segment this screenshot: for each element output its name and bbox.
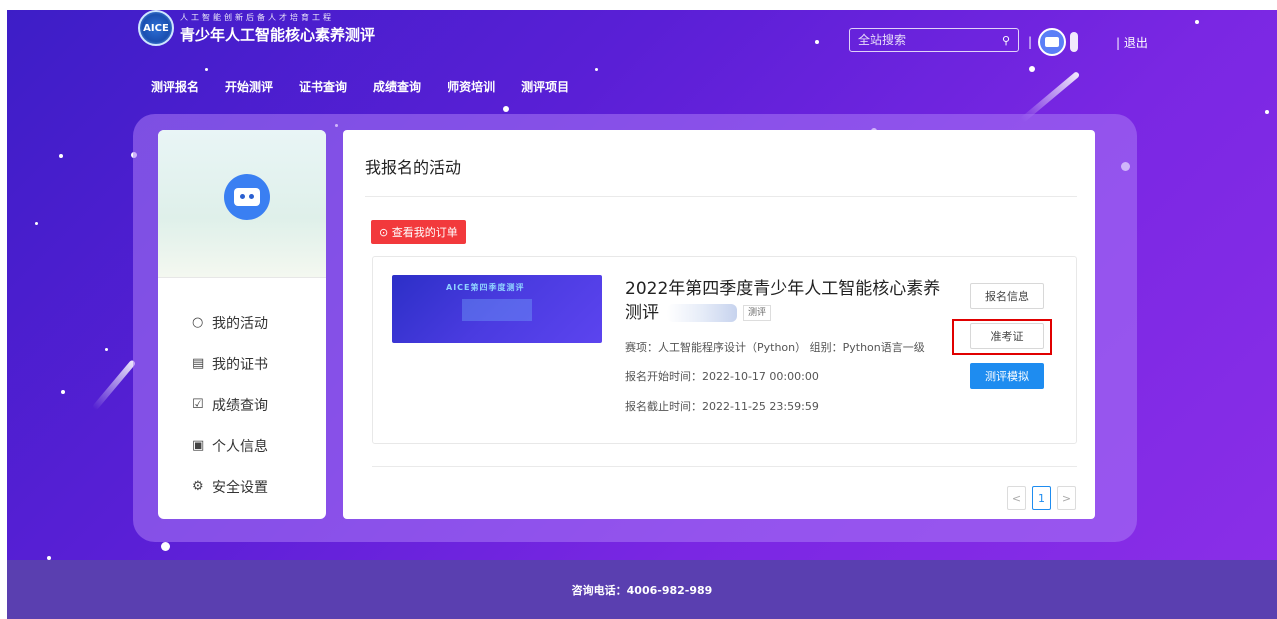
sidebar-item-label: 个人信息 — [212, 438, 268, 455]
content-card: 我报名的活动 ⊙ 查看我的订单 AICE第四季度测评 2022年第四季度青少年人… — [343, 130, 1095, 519]
activity-banner-image[interactable]: AICE第四季度测评 — [392, 275, 602, 343]
star-decoration — [815, 40, 819, 44]
user-area: | | 退出 — [1022, 28, 1148, 56]
logo-subtitle: 人工智能创新后备人才培育工程 — [180, 12, 334, 22]
next-page-button[interactable]: > — [1057, 486, 1076, 510]
star-decoration — [59, 154, 63, 158]
activity-icon: ○ — [192, 315, 204, 330]
sidebar-item-label: 成绩查询 — [212, 397, 268, 414]
nav-item-scores[interactable]: 成绩查询 — [373, 78, 421, 95]
footer: 咨询电话：4006-982-989 — [7, 560, 1277, 619]
banner-title: AICE第四季度测评 — [446, 283, 525, 292]
profile-header — [158, 130, 326, 278]
star-decoration — [35, 222, 38, 225]
id-card-icon: ▣ — [192, 438, 205, 453]
site-logo[interactable]: AICE 人工智能创新后备人才培育工程 青少年人工智能核心素养测评 — [138, 10, 375, 46]
registration-end-time: 报名截止时间：2022-11-25 23:59:59 — [625, 400, 819, 413]
user-avatar[interactable] — [224, 174, 270, 220]
nav-item-register[interactable]: 测评报名 — [151, 78, 199, 95]
sidebar-item-my-certificates[interactable]: ▤ 我的证书 — [158, 343, 326, 384]
sidebar: ○ 我的活动 ▤ 我的证书 ☑ 成绩查询 ▣ 个人信息 ⚙ 安全设置 — [158, 130, 326, 519]
highlight-box — [952, 319, 1052, 355]
star-decoration — [205, 68, 208, 71]
activity-category: 赛项：人工智能程序设计（Python） 组别：Python语言一级 — [625, 341, 925, 354]
star-decoration — [503, 106, 509, 112]
separator: | — [1028, 35, 1033, 49]
nav-item-projects[interactable]: 测评项目 — [521, 78, 569, 95]
sidebar-item-personal-info[interactable]: ▣ 个人信息 — [158, 425, 326, 466]
registration-info-button[interactable]: 报名信息 — [970, 283, 1044, 309]
divider — [365, 196, 1077, 197]
nav-item-start-test[interactable]: 开始测评 — [225, 78, 273, 95]
star-decoration — [1029, 66, 1035, 72]
sidebar-item-security[interactable]: ⚙ 安全设置 — [158, 466, 326, 507]
gear-icon: ⚙ — [192, 479, 204, 494]
star-decoration — [1265, 110, 1269, 114]
redacted-username — [1070, 32, 1079, 52]
view-orders-button[interactable]: ⊙ 查看我的订单 — [371, 220, 466, 244]
robot-icon — [234, 188, 260, 206]
sidebar-item-score-query[interactable]: ☑ 成绩查询 — [158, 384, 326, 425]
sidebar-menu: ○ 我的活动 ▤ 我的证书 ☑ 成绩查询 ▣ 个人信息 ⚙ 安全设置 — [158, 278, 326, 507]
meteor-decoration — [91, 359, 137, 411]
pagination: < 1 > — [1001, 486, 1076, 510]
divider — [372, 466, 1077, 467]
page-title: 我报名的活动 — [365, 158, 462, 177]
contact-phone: 咨询电话：4006-982-989 — [571, 583, 713, 597]
star-decoration — [61, 390, 65, 394]
sidebar-item-label: 我的活动 — [212, 315, 268, 332]
registration-start-time: 报名开始时间：2022-10-17 00:00:00 — [625, 370, 819, 383]
star-decoration — [105, 348, 108, 351]
star-decoration — [595, 68, 598, 71]
sidebar-item-label: 安全设置 — [212, 479, 268, 496]
checkbox-icon: ☑ — [192, 397, 204, 412]
logout-link[interactable]: | 退出 — [1116, 34, 1148, 51]
search-input[interactable] — [858, 33, 988, 47]
redacted-text — [667, 304, 737, 322]
star-decoration — [1195, 20, 1199, 24]
nav-item-certificate[interactable]: 证书查询 — [299, 78, 347, 95]
mock-test-button[interactable]: 测评模拟 — [970, 363, 1044, 389]
activity-card: AICE第四季度测评 2022年第四季度青少年人工智能核心素养测评 测评 赛项：人… — [372, 256, 1077, 444]
avatar[interactable] — [1038, 28, 1067, 56]
site-search: ⚲ — [849, 28, 1019, 52]
logo-title: 青少年人工智能核心素养测评 — [180, 25, 376, 44]
certificate-icon: ▤ — [192, 356, 205, 371]
star-decoration — [161, 542, 170, 551]
activity-tag: 测评 — [743, 305, 772, 321]
search-icon[interactable]: ⚲ — [1002, 34, 1010, 47]
sidebar-item-my-activities[interactable]: ○ 我的活动 — [158, 302, 326, 343]
logo-badge-icon: AICE — [138, 10, 174, 46]
sidebar-item-label: 我的证书 — [212, 356, 268, 373]
page-1-button[interactable]: 1 — [1032, 486, 1051, 510]
nav-item-teacher-training[interactable]: 师资培训 — [447, 78, 495, 95]
activity-title[interactable]: 2022年第四季度青少年人工智能核心素养测评 测评 — [625, 277, 955, 325]
prev-page-button[interactable]: < — [1007, 486, 1026, 510]
main-nav: 测评报名 开始测评 证书查询 成绩查询 师资培训 测评项目 — [151, 78, 595, 95]
